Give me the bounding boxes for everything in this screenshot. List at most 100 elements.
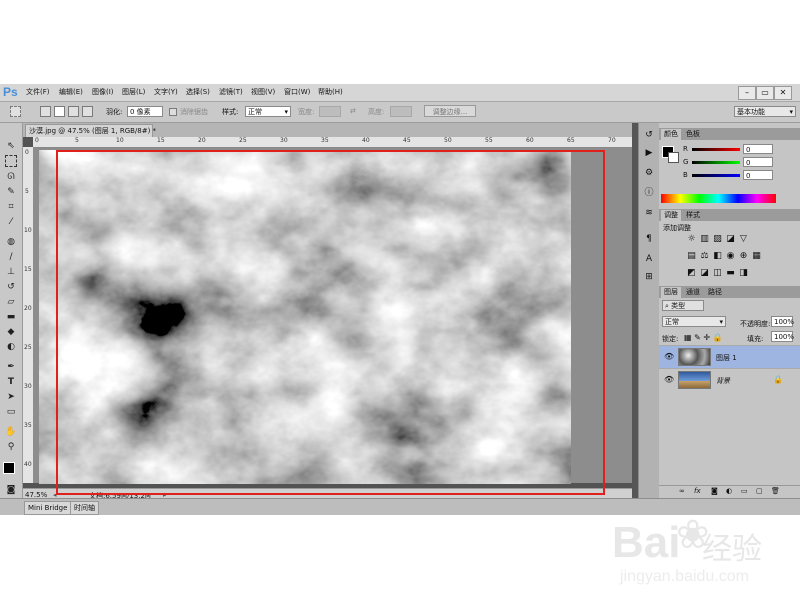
lock-icons[interactable]: ▦ ✎ ✛ 🔒: [684, 333, 723, 342]
fx-icon[interactable]: fx: [694, 487, 701, 495]
channel-g-slider[interactable]: [692, 161, 740, 164]
tab-color[interactable]: 颜色: [661, 129, 681, 140]
photo-filter-icon[interactable]: ◉: [725, 251, 736, 261]
actions-icon[interactable]: ▶: [643, 147, 655, 159]
tab-styles[interactable]: 样式: [683, 210, 703, 221]
brush-presets-icon[interactable]: ≋: [643, 207, 655, 219]
gradient-map-icon[interactable]: ▬: [725, 268, 736, 278]
paragraph-icon[interactable]: ¶: [643, 233, 655, 245]
minimize-button[interactable]: –: [738, 86, 756, 100]
close-button[interactable]: ✕: [774, 86, 792, 100]
menu-layer[interactable]: 图层(L): [122, 87, 145, 97]
tab-layers[interactable]: 图层: [661, 287, 681, 298]
opacity-input[interactable]: 100%: [771, 316, 794, 327]
width-input[interactable]: [319, 106, 341, 117]
character-icon[interactable]: A: [643, 253, 655, 265]
posterize-icon[interactable]: ◪: [699, 268, 710, 278]
hand-tool-icon[interactable]: ✋: [4, 425, 18, 439]
trash-icon[interactable]: 🗑: [771, 487, 780, 495]
crop-tool-icon[interactable]: ⌗: [4, 200, 18, 214]
tab-channels[interactable]: 通道: [683, 287, 703, 298]
new-selection-icon[interactable]: [40, 106, 51, 117]
new-layer-icon[interactable]: ▢: [756, 487, 763, 495]
document-tab[interactable]: 沙漠.jpg @ 47.5% (图层 1, RGB/8#) *: [25, 124, 156, 137]
quick-select-tool-icon[interactable]: ✎: [4, 185, 18, 199]
info-icon[interactable]: ⓘ: [643, 187, 655, 199]
foreground-color-swatch[interactable]: [3, 462, 15, 474]
tab-paths[interactable]: 路径: [705, 287, 725, 298]
eraser-tool-icon[interactable]: ▱: [4, 295, 18, 309]
invert-icon[interactable]: ◩: [686, 268, 697, 278]
brightness-icon[interactable]: ☼: [686, 234, 697, 244]
eye-icon[interactable]: 👁: [664, 375, 674, 384]
layer-row[interactable]: 👁 图层 1: [659, 345, 800, 368]
intersect-selection-icon[interactable]: [82, 106, 93, 117]
history-icon[interactable]: ↺: [643, 129, 655, 141]
menu-type[interactable]: 文字(Y): [154, 87, 178, 97]
exposure-icon[interactable]: ◪: [725, 234, 736, 244]
color-lookup-icon[interactable]: ▦: [751, 251, 762, 261]
path-select-icon[interactable]: ➤: [4, 390, 18, 404]
eye-icon[interactable]: 👁: [664, 352, 674, 361]
layer-row[interactable]: 👁 背景 🔒: [659, 368, 800, 391]
subtract-selection-icon[interactable]: [68, 106, 79, 117]
blend-mode-select[interactable]: 正常 ▾: [662, 316, 726, 327]
swap-icon[interactable]: ⇄: [350, 107, 356, 115]
hue-icon[interactable]: ▤: [686, 251, 697, 261]
zoom-tool-icon[interactable]: ⚲: [4, 440, 18, 454]
restore-button[interactable]: ▭: [756, 86, 774, 100]
menu-select[interactable]: 选择(S): [186, 87, 210, 97]
history-brush-icon[interactable]: ↺: [4, 280, 18, 294]
channel-b-input[interactable]: 0: [743, 170, 773, 180]
clone-source-icon[interactable]: ⊞: [643, 271, 655, 283]
pen-tool-icon[interactable]: ✒: [4, 360, 18, 374]
menu-file[interactable]: 文件(F): [26, 87, 50, 97]
feather-input[interactable]: 0 像素: [127, 106, 163, 117]
move-tool-icon[interactable]: ⇖: [4, 139, 18, 153]
marquee-tool-icon[interactable]: [10, 106, 21, 117]
properties-icon[interactable]: ⚙: [643, 167, 655, 179]
panel-background-swatch[interactable]: [668, 152, 679, 163]
tab-mini-bridge[interactable]: Mini Bridge: [24, 501, 72, 515]
mask-icon[interactable]: ◙: [711, 487, 718, 495]
layer-filter-select[interactable]: ⌕ 类型: [662, 300, 704, 311]
menu-window[interactable]: 窗口(W): [284, 87, 310, 97]
healing-brush-icon[interactable]: ◍: [4, 235, 18, 249]
folder-icon[interactable]: ▭: [741, 487, 748, 495]
adjustment-icon[interactable]: ◐: [726, 487, 732, 495]
menu-image[interactable]: 图像(I): [92, 87, 114, 97]
antialias-checkbox[interactable]: [169, 108, 177, 116]
tab-timeline[interactable]: 时间轴: [70, 501, 99, 515]
blur-tool-icon[interactable]: ◆: [4, 325, 18, 339]
height-input[interactable]: [390, 106, 412, 117]
tab-adjustments[interactable]: 调整: [661, 210, 681, 221]
refine-edge-button[interactable]: 调整边缘...: [424, 105, 476, 117]
threshold-icon[interactable]: ◫: [712, 268, 723, 278]
bw-icon[interactable]: ◧: [712, 251, 723, 261]
type-tool-icon[interactable]: T: [4, 375, 18, 389]
channel-r-slider[interactable]: [692, 148, 740, 151]
quick-mask-icon[interactable]: ◙: [4, 483, 18, 497]
menu-view[interactable]: 视图(V): [251, 87, 275, 97]
menu-filter[interactable]: 滤镜(T): [219, 87, 243, 97]
link-icon[interactable]: ∞: [679, 487, 685, 495]
channel-r-input[interactable]: 0: [743, 144, 773, 154]
levels-icon[interactable]: ▥: [699, 234, 710, 244]
tab-swatches[interactable]: 色板: [683, 129, 703, 140]
add-selection-icon[interactable]: [54, 106, 65, 117]
color-balance-icon[interactable]: ⚖: [699, 251, 710, 261]
channel-g-input[interactable]: 0: [743, 157, 773, 167]
menu-edit[interactable]: 编辑(E): [59, 87, 83, 97]
channel-b-slider[interactable]: [692, 174, 740, 177]
color-spectrum[interactable]: [661, 194, 776, 203]
dodge-tool-icon[interactable]: ◐: [4, 340, 18, 354]
workspace-select[interactable]: 基本功能 ▾: [734, 106, 796, 117]
menu-help[interactable]: 帮助(H): [318, 87, 343, 97]
rectangle-tool-icon[interactable]: ▭: [4, 405, 18, 419]
marquee-tool-icon[interactable]: [5, 155, 17, 167]
fill-input[interactable]: 100%: [771, 331, 794, 342]
selective-color-icon[interactable]: ◨: [738, 268, 749, 278]
channel-mixer-icon[interactable]: ⊕: [738, 251, 749, 261]
gradient-tool-icon[interactable]: ▬: [4, 310, 18, 324]
stamp-tool-icon[interactable]: ⊥: [4, 265, 18, 279]
